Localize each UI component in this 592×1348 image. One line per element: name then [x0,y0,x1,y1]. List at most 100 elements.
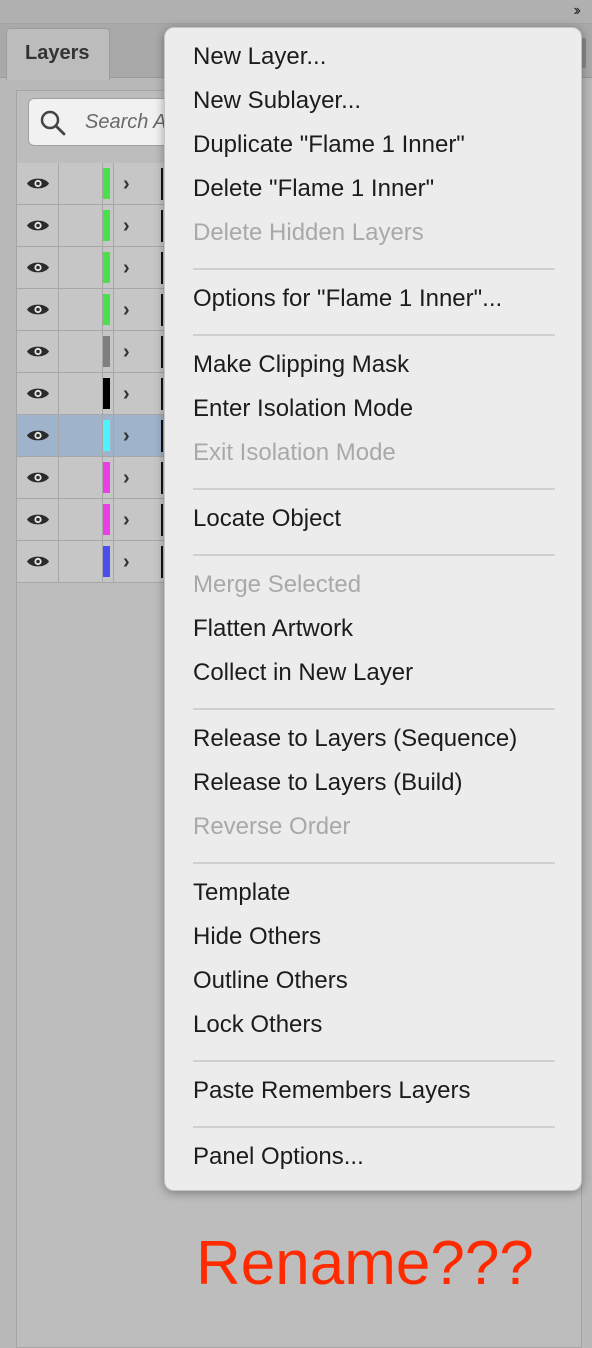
lock-toggle[interactable] [59,247,103,288]
menu-separator [193,708,555,710]
expand-toggle[interactable]: › [113,373,163,414]
menu-item[interactable]: Options for "Flame 1 Inner"... [193,285,502,321]
visibility-toggle[interactable] [17,373,59,414]
menu-item[interactable]: Lock Others [193,1011,322,1047]
lock-toggle[interactable] [59,457,103,498]
visibility-toggle[interactable] [17,163,59,204]
chevron-right-icon: › [123,299,130,321]
lock-toggle[interactable] [59,205,103,246]
menu-item[interactable]: Locate Object [193,505,341,541]
layer-row[interactable]: › [17,541,167,583]
visibility-toggle[interactable] [17,415,59,456]
menu-item[interactable]: Template [193,879,290,915]
chevron-right-icon: › [123,341,130,363]
layer-row[interactable]: › [17,457,167,499]
selection-edge [161,252,163,284]
layer-color-swatch [103,462,110,493]
eye-icon [27,514,49,525]
menu-item[interactable]: Outline Others [193,967,348,1003]
visibility-toggle[interactable] [17,331,59,372]
visibility-toggle[interactable] [17,247,59,288]
menu-item[interactable]: New Sublayer... [193,87,361,123]
collapse-panels-button[interactable]: ›› [573,2,580,20]
expand-toggle[interactable]: › [113,415,163,456]
lock-toggle[interactable] [59,163,103,204]
menu-item[interactable]: Panel Options... [193,1143,364,1179]
layer-row[interactable]: › [17,331,167,373]
layer-color-swatch [103,168,110,199]
layer-color-swatch [103,210,110,241]
expand-toggle[interactable]: › [113,205,163,246]
visibility-toggle[interactable] [17,541,59,582]
eye-icon [27,304,49,315]
selection-edge [161,546,163,578]
eye-icon [27,472,49,483]
selection-edge [161,336,163,368]
lock-toggle[interactable] [59,289,103,330]
lock-toggle[interactable] [59,415,103,456]
expand-toggle[interactable]: › [113,331,163,372]
visibility-toggle[interactable] [17,457,59,498]
menu-item[interactable]: Enter Isolation Mode [193,395,413,431]
layer-row[interactable]: › [17,247,167,289]
visibility-toggle[interactable] [17,499,59,540]
tab-layers[interactable]: Layers [6,28,110,80]
chevron-right-icon: › [123,215,130,237]
lock-toggle[interactable] [59,499,103,540]
lock-toggle[interactable] [59,541,103,582]
chevron-right-icon: › [123,467,130,489]
visibility-toggle[interactable] [17,289,59,330]
chevron-right-icon: › [123,257,130,279]
layer-color-swatch [103,378,110,409]
menu-item[interactable]: Hide Others [193,923,321,959]
menu-item[interactable]: Paste Remembers Layers [193,1077,470,1113]
chevron-right-icon: › [123,551,130,573]
menu-item[interactable]: New Layer... [193,43,326,79]
layer-color-swatch [103,336,110,367]
annotation-text: Rename??? [196,1229,534,1298]
menu-separator [193,488,555,490]
menu-item[interactable]: Duplicate "Flame 1 Inner" [193,131,465,167]
menu-item[interactable]: Collect in New Layer [193,659,413,695]
menu-item: Merge Selected [193,571,362,598]
visibility-toggle[interactable] [17,205,59,246]
chevron-right-icon: › [123,509,130,531]
expand-toggle[interactable]: › [113,289,163,330]
layers-panel-flyout-menu: New Layer... New Sublayer... Duplicate "Fl… [164,27,582,1191]
menu-item[interactable]: Flatten Artwork [193,615,353,651]
layer-color-swatch [103,546,110,577]
layer-row[interactable]: › [17,289,167,331]
expand-toggle[interactable]: › [113,163,163,204]
layer-color-swatch [103,294,110,325]
selection-edge [161,294,163,326]
menu-item[interactable]: Delete "Flame 1 Inner" [193,175,434,211]
chevron-right-icon: › [123,425,130,447]
menu-separator [193,334,555,336]
layer-color-swatch [103,420,110,451]
layer-row[interactable]: › [17,415,167,457]
selection-edge [161,504,163,536]
expand-toggle[interactable]: › [113,247,163,288]
menu-item[interactable]: Make Clipping Mask [193,351,409,387]
layer-color-swatch [103,504,110,535]
expand-toggle[interactable]: › [113,457,163,498]
lock-toggle[interactable] [59,373,103,414]
lock-toggle[interactable] [59,331,103,372]
menu-item[interactable]: Release to Layers (Build) [193,769,462,805]
expand-toggle[interactable]: › [113,499,163,540]
menu-item[interactable]: Release to Layers (Sequence) [193,725,517,761]
eye-icon [27,346,49,357]
selection-edge [161,420,163,452]
selection-edge [161,168,163,200]
selection-edge [161,210,163,242]
layer-row[interactable]: › [17,373,167,415]
eye-icon [27,178,49,189]
chevron-right-icon: › [123,173,130,195]
expand-toggle[interactable]: › [113,541,163,582]
layer-row[interactable]: › [17,205,167,247]
menu-item: Reverse Order [193,813,351,840]
layer-row[interactable]: › [17,163,167,205]
layer-row[interactable]: › [17,499,167,541]
eye-icon [27,388,49,399]
selection-edge [161,378,163,410]
